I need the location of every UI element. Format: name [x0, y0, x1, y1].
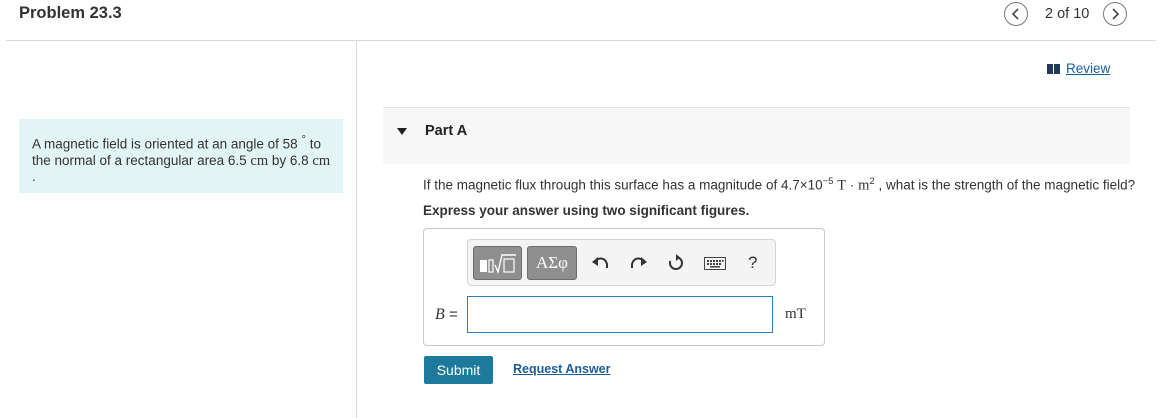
unit-tesla: T	[837, 177, 847, 194]
header-divider	[6, 40, 1156, 41]
unit-cm: cm	[312, 152, 331, 169]
review-link[interactable]: Review	[1047, 61, 1110, 76]
symbols-button[interactable]: ΑΣφ	[527, 246, 577, 280]
problem-text: by 6.8	[268, 152, 309, 168]
variable-label: B =	[435, 306, 458, 324]
exponent: −5	[822, 176, 834, 187]
problem-statement: A magnetic field is oriented at an angle…	[19, 119, 343, 193]
redo-icon	[631, 257, 647, 268]
variable-symbol: B	[435, 306, 445, 323]
chevron-left-icon	[1011, 8, 1019, 20]
book-icon	[1047, 63, 1060, 74]
instruction: Express your answer using two significan…	[423, 203, 750, 218]
keyboard-icon	[704, 256, 726, 270]
question-text: If the magnetic flux through this surfac…	[423, 176, 1135, 195]
question-part: , what is the strength of the magnetic f…	[874, 177, 1136, 193]
templates-button[interactable]	[473, 246, 522, 280]
page-count: 2 of 10	[1045, 6, 1090, 22]
answer-input[interactable]	[467, 296, 773, 333]
triangle-down-icon	[397, 128, 407, 135]
reset-icon	[668, 254, 683, 270]
reset-button[interactable]	[667, 254, 685, 272]
header: Problem 23.3 2 of 10	[0, 0, 1166, 40]
problem-period: .	[32, 168, 36, 184]
previous-problem-button[interactable]	[1004, 2, 1028, 26]
undo-button[interactable]	[592, 254, 610, 272]
keyboard-button[interactable]	[704, 254, 726, 272]
chevron-right-icon	[1112, 8, 1120, 20]
column-divider	[356, 41, 357, 418]
problem-text: A magnetic field is oriented at an angle…	[32, 136, 298, 152]
answer-unit: mT	[785, 306, 806, 322]
next-problem-button[interactable]	[1103, 2, 1127, 26]
unit-meter: m	[858, 177, 870, 194]
templates-icon	[479, 254, 516, 274]
review-label: Review	[1066, 61, 1111, 76]
dot-operator: ·	[849, 177, 855, 193]
equals-sign: =	[444, 306, 458, 323]
question-part: If the magnetic flux through this surfac…	[423, 177, 823, 193]
submit-button[interactable]: Submit	[424, 356, 493, 384]
part-a-header[interactable]: Part A	[383, 107, 1130, 164]
part-label: Part A	[425, 123, 468, 139]
help-button[interactable]: ?	[748, 253, 757, 273]
unit-cm: cm	[250, 152, 269, 169]
math-toolbar: ΑΣφ ?	[467, 239, 776, 286]
undo-icon	[592, 257, 608, 268]
request-answer-link[interactable]: Request Answer	[513, 362, 610, 376]
page-title: Problem 23.3	[19, 4, 122, 22]
redo-button[interactable]	[629, 254, 647, 272]
